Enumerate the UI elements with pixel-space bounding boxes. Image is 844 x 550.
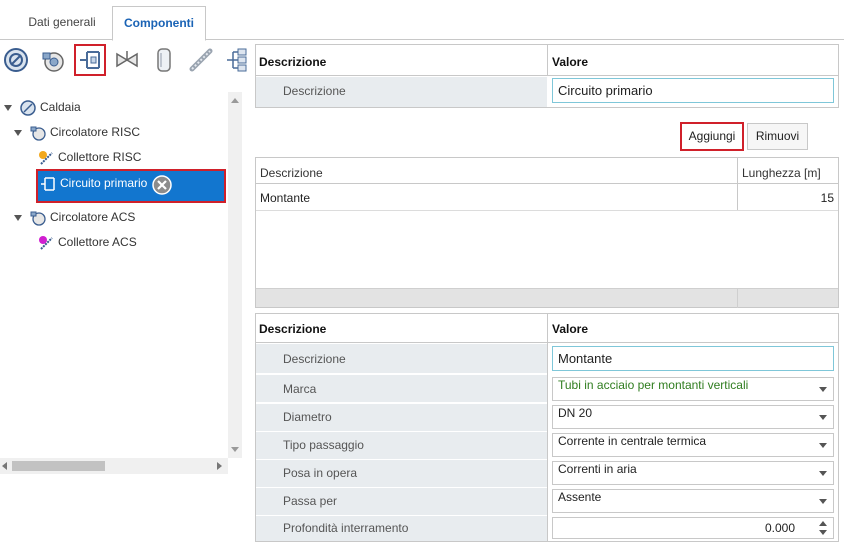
tree-label: Circolatore RISC (50, 125, 141, 139)
chevron-down-icon (819, 415, 827, 420)
valvola-tool-button[interactable] (111, 44, 143, 76)
chevron-down-icon (819, 499, 827, 504)
caldaia-tool-button[interactable] (0, 44, 32, 76)
column-header-descrizione: Descrizione (260, 166, 323, 180)
circolatore-tool-button[interactable] (37, 44, 69, 76)
property-label: Diametro (283, 410, 332, 424)
diametro-value: DN 20 (558, 406, 593, 420)
chevron-down-icon (819, 387, 827, 392)
tubo-tool-button[interactable] (185, 44, 217, 76)
scroll-left-icon[interactable] (2, 462, 7, 470)
column-header-valore: Valore (552, 55, 589, 69)
property-label: Marca (283, 382, 317, 396)
property-label: Tipo passaggio (283, 438, 364, 452)
segment-description: Montante (260, 191, 311, 205)
column-header-descrizione: Descrizione (259, 322, 327, 336)
diametro-select[interactable]: DN 20 (552, 405, 834, 429)
table-footer (256, 288, 838, 308)
marca-select[interactable]: Tubi in acciaio per montanti verticali (552, 377, 834, 401)
collettore-tool-button[interactable] (222, 44, 254, 76)
serbatoio-icon (157, 48, 171, 72)
tree-node-circolatore-risc[interactable]: Circolatore RISC (14, 121, 224, 143)
tree-node-caldaia[interactable]: Caldaia (4, 96, 224, 118)
column-header-descrizione: Descrizione (259, 55, 327, 69)
marca-value: Tubi in acciaio per montanti verticali (558, 378, 749, 392)
circolatore-icon (30, 126, 46, 141)
circuito-tool-button[interactable] (74, 44, 106, 76)
property-label: Posa in opera (283, 466, 358, 480)
expand-arrow-icon[interactable] (14, 214, 22, 221)
passa-per-value: Assente (558, 490, 602, 504)
segments-table: Descrizione Lunghezza [m] Montante 15 (255, 157, 839, 308)
scroll-right-icon[interactable] (217, 462, 222, 470)
expand-arrow-icon[interactable] (14, 129, 22, 136)
profondita-value: 0.000 (764, 521, 795, 535)
circuito-icon (41, 177, 55, 191)
tree-label: Collettore RISC (58, 150, 142, 164)
tipo-passaggio-value: Corrente in centrale termica (558, 434, 707, 448)
column-header-valore: Valore (552, 322, 589, 336)
tree-node-collettore-risc[interactable]: Collettore RISC (38, 146, 224, 168)
remove-node-icon[interactable] (152, 175, 172, 195)
tree-label: Caldaia (40, 100, 81, 114)
chevron-down-icon (819, 443, 827, 448)
property-label: Profondità interramento (283, 521, 409, 535)
tree-node-circolatore-acs[interactable]: Circolatore ACS (14, 206, 224, 228)
expand-arrow-icon[interactable] (4, 104, 12, 111)
scroll-down-icon[interactable] (231, 447, 239, 452)
collettore-risc-icon (39, 150, 53, 165)
collettore-icon (227, 48, 247, 72)
valvola-icon (116, 51, 138, 68)
tree-horizontal-scrollbar[interactable] (0, 458, 228, 474)
tab-bar: Dati generali Componenti (0, 0, 844, 41)
tab-dati-generali[interactable]: Dati generali (14, 6, 110, 40)
property-label: Passa per (283, 494, 338, 508)
property-label: Descrizione (283, 84, 346, 98)
scroll-up-icon[interactable] (231, 98, 239, 103)
collettore-acs-icon (39, 235, 53, 250)
descrizione-input[interactable]: Montante (552, 346, 834, 371)
tab-componenti[interactable]: Componenti (112, 6, 206, 41)
tree-label: Circuito primario (60, 176, 148, 190)
tipo-passaggio-select[interactable]: Corrente in centrale termica (552, 433, 834, 457)
chevron-down-icon (819, 471, 827, 476)
descrizione-input[interactable]: Circuito primario (552, 78, 834, 103)
segment-length: 15 (820, 191, 834, 205)
circuito-icon (80, 51, 100, 69)
property-label: Descrizione (283, 352, 346, 366)
caldaia-icon (4, 48, 28, 72)
posa-in-opera-value: Correnti in aria (558, 462, 637, 476)
circolatore-icon (30, 211, 46, 226)
top-property-grid: Descrizione Valore Descrizione Circuito … (255, 44, 839, 108)
aggiungi-button[interactable]: Aggiungi (680, 122, 744, 151)
tree-node-collettore-acs[interactable]: Collettore ACS (38, 231, 224, 253)
bottom-property-grid: Descrizione Valore Descrizione Montante … (255, 313, 839, 542)
profondita-interramento-spinner[interactable]: 0.000 (552, 517, 834, 539)
tubo-icon (189, 48, 213, 72)
tree-label: Collettore ACS (58, 235, 137, 249)
rimuovi-button[interactable]: Rimuovi (747, 123, 808, 150)
spin-down-icon[interactable] (819, 530, 827, 535)
circolatore-icon (42, 52, 64, 72)
tree-label: Circolatore ACS (50, 210, 136, 224)
table-row[interactable]: Montante 15 (256, 184, 838, 210)
caldaia-icon (20, 100, 36, 116)
tree-node-circuito-primario[interactable]: Circuito primario (36, 169, 226, 203)
posa-in-opera-select[interactable]: Correnti in aria (552, 461, 834, 485)
column-header-lunghezza: Lunghezza [m] (742, 166, 821, 180)
tree-vertical-scrollbar[interactable] (228, 92, 242, 458)
passa-per-select[interactable]: Assente (552, 489, 834, 513)
spin-up-icon[interactable] (819, 521, 827, 526)
scroll-thumb[interactable] (12, 461, 105, 471)
serbatoio-tool-button[interactable] (148, 44, 180, 76)
